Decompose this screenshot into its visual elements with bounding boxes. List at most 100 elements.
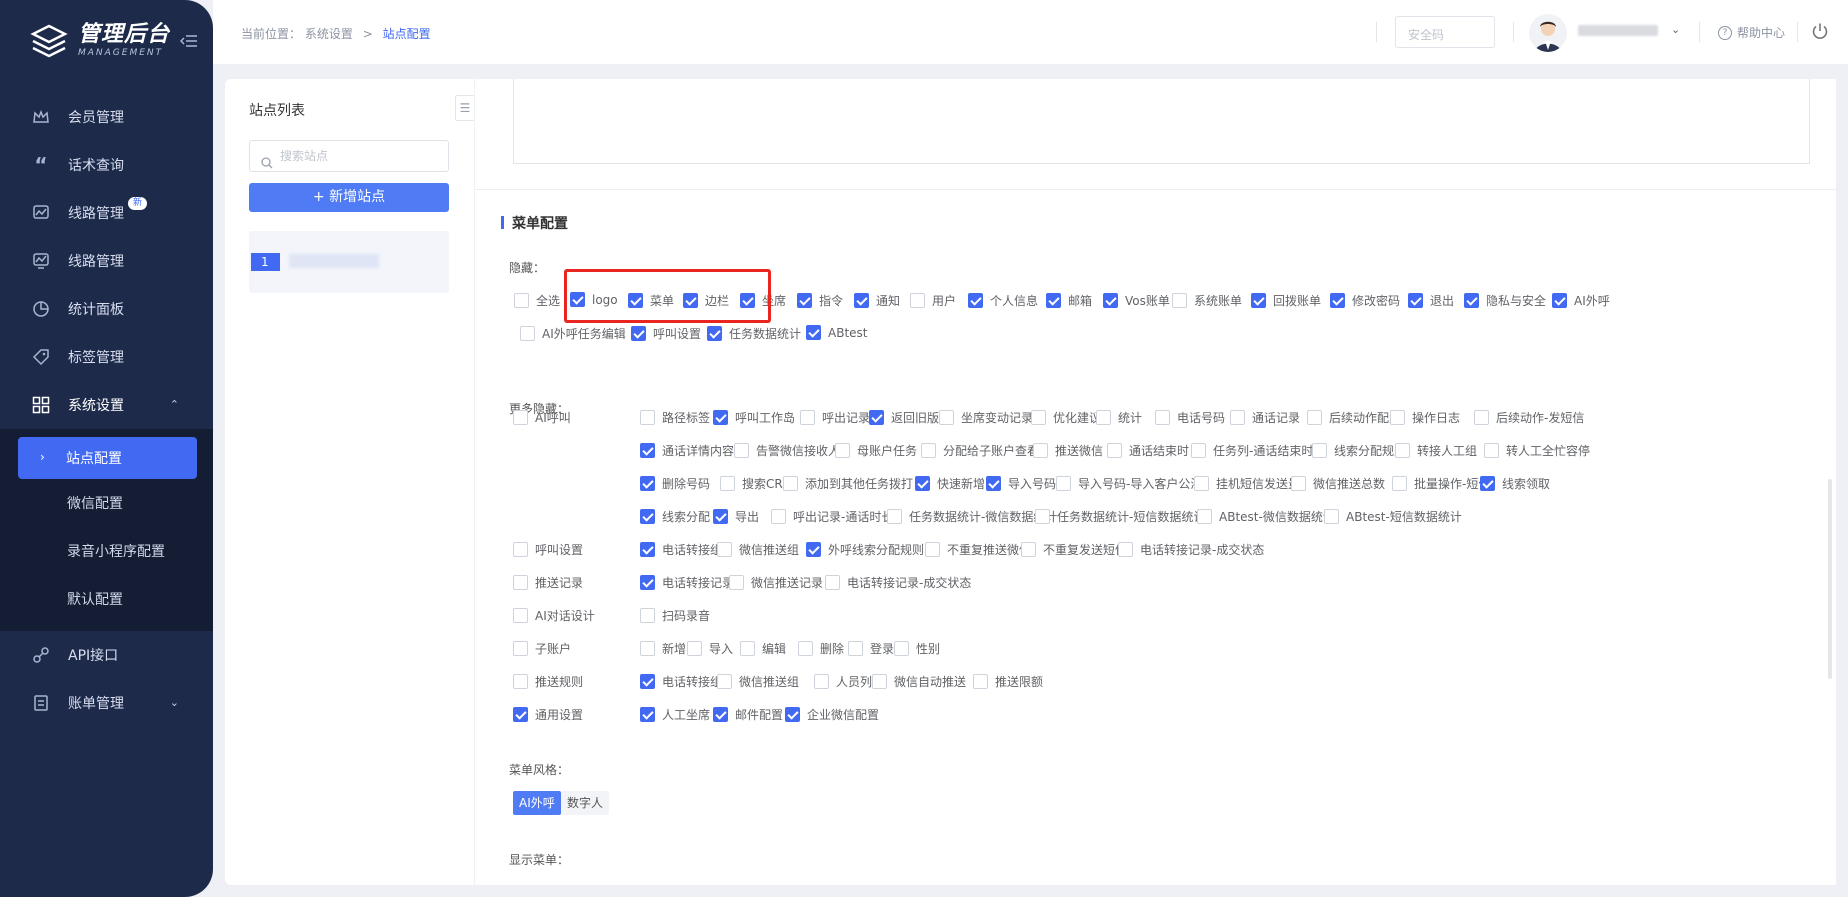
checkbox-option[interactable]: 通知 [854,292,900,309]
checkbox-checked-icon[interactable] [797,293,812,308]
checkbox-option[interactable]: 呼叫工作岛 [713,409,795,426]
checkbox-unchecked-icon[interactable] [925,542,940,557]
checkbox-option[interactable]: 转接人工组 [1395,442,1477,459]
checkbox-unchecked-icon[interactable] [783,476,798,491]
checkbox-option[interactable]: 转人工全忙容停 [1484,442,1590,459]
checkbox-unchecked-icon[interactable] [740,641,755,656]
checkbox-option[interactable]: 邮件配置 [713,706,783,723]
checkbox-unchecked-icon[interactable] [1033,443,1048,458]
checkbox-checked-icon[interactable] [713,707,728,722]
list-toggle-icon[interactable]: ☰ [455,95,475,121]
checkbox-option[interactable]: AI外呼任务编辑 [520,325,626,342]
checkbox-checked-icon[interactable] [640,476,655,491]
checkbox-checked-icon[interactable] [854,293,869,308]
user-name-redacted[interactable] [1578,25,1658,36]
checkbox-checked-icon[interactable] [707,326,722,341]
nav-item-api[interactable]: API接口 [0,631,213,679]
checkbox-option[interactable]: 系统账单 [1172,292,1242,309]
checkbox-unchecked-icon[interactable] [513,641,528,656]
checkbox-option[interactable]: 线索分配规则 [1312,442,1406,459]
checkbox-checked-icon[interactable] [640,443,655,458]
checkbox-option[interactable]: 批量操作-短信 [1392,475,1490,492]
checkbox-option[interactable]: 通话结束时 [1107,442,1189,459]
checkbox-option[interactable]: 推送微信 [1033,442,1103,459]
checkbox-option[interactable]: 电话转接组 [640,673,722,690]
checkbox-option[interactable]: 呼叫设置 [631,325,701,342]
checkbox-checked-icon[interactable] [1330,293,1345,308]
checkbox-option[interactable]: 指令 [797,292,843,309]
checkbox-unchecked-icon[interactable] [1056,476,1071,491]
checkbox-checked-icon[interactable] [1480,476,1495,491]
breadcrumb-parent[interactable]: 系统设置 [305,27,353,41]
checkbox-option[interactable]: AI对话设计 [513,607,595,624]
checkbox-checked-icon[interactable] [1552,293,1567,308]
checkbox-unchecked-icon[interactable] [939,410,954,425]
checkbox-option[interactable]: 修改密码 [1330,292,1400,309]
checkbox-option[interactable]: 后续动作配置 [1307,409,1401,426]
help-center-link[interactable]: ? 帮助中心 [1718,24,1785,41]
checkbox-unchecked-icon[interactable] [1484,443,1499,458]
checkbox-unchecked-icon[interactable] [1390,410,1405,425]
nav-item-routes[interactable]: 线路管理 [0,237,213,285]
sub-item-default-config[interactable]: 默认配置 [0,575,213,623]
checkbox-option[interactable]: 电话号码 [1155,409,1225,426]
checkbox-checked-icon[interactable] [713,509,728,524]
top-text-area[interactable] [513,79,1810,164]
checkbox-option[interactable]: 全选 [514,292,560,309]
checkbox-unchecked-icon[interactable] [1031,410,1046,425]
checkbox-unchecked-icon[interactable] [1155,410,1170,425]
station-search-input[interactable]: 搜索站点 [249,140,449,172]
checkbox-option[interactable]: AI呼叫 [513,409,571,426]
checkbox-checked-icon[interactable] [1046,293,1061,308]
checkbox-checked-icon[interactable] [631,326,646,341]
checkbox-unchecked-icon[interactable] [640,641,655,656]
checkbox-checked-icon[interactable] [640,509,655,524]
checkbox-unchecked-icon[interactable] [717,674,732,689]
checkbox-unchecked-icon[interactable] [520,326,535,341]
checkbox-checked-icon[interactable] [1464,293,1479,308]
checkbox-option[interactable]: 统计 [1096,409,1142,426]
checkbox-option[interactable]: 扫码录音 [640,607,710,624]
checkbox-option[interactable]: 导入号码 [986,475,1056,492]
checkbox-unchecked-icon[interactable] [887,509,902,524]
checkbox-unchecked-icon[interactable] [1474,410,1489,425]
checkbox-checked-icon[interactable] [1103,293,1118,308]
checkbox-option[interactable]: 任务列-通话结束时 [1191,442,1313,459]
checkbox-option[interactable]: ABtest [806,325,868,340]
add-station-button[interactable]: + 新增站点 [249,183,449,212]
app-logo[interactable]: 管理后台 MANAGEMENT [30,22,170,60]
checkbox-checked-icon[interactable] [806,542,821,557]
checkbox-option[interactable]: Vos账单 [1103,292,1170,309]
checkbox-option[interactable]: 通用设置 [513,706,583,723]
checkbox-checked-icon[interactable] [806,325,821,340]
collapse-menu-icon[interactable] [179,34,198,48]
checkbox-option[interactable]: 电话转接记录 [640,574,734,591]
checkbox-option[interactable]: 告警微信接收人 [734,442,840,459]
checkbox-unchecked-icon[interactable] [1324,509,1339,524]
avatar[interactable] [1529,14,1567,52]
checkbox-option[interactable]: 人工坐席 [640,706,710,723]
nav-item-billing[interactable]: 账单管理 ⌄ [0,679,213,727]
checkbox-unchecked-icon[interactable] [1191,443,1206,458]
checkbox-unchecked-icon[interactable] [720,476,735,491]
checkbox-option[interactable]: 任务数据统计-短信数据统计 [1035,508,1205,525]
checkbox-unchecked-icon[interactable] [640,410,655,425]
checkbox-unchecked-icon[interactable] [1096,410,1111,425]
checkbox-checked-icon[interactable] [785,707,800,722]
checkbox-unchecked-icon[interactable] [513,410,528,425]
checkbox-checked-icon[interactable] [640,542,655,557]
checkbox-unchecked-icon[interactable] [1107,443,1122,458]
checkbox-option[interactable]: ABtest-短信数据统计 [1324,508,1462,525]
checkbox-unchecked-icon[interactable] [729,575,744,590]
checkbox-option[interactable]: 通话记录 [1230,409,1300,426]
checkbox-option[interactable]: 导入 [687,640,733,657]
checkbox-option[interactable]: 邮箱 [1046,292,1092,309]
nav-item-stats[interactable]: 统计面板 [0,285,213,333]
checkbox-checked-icon[interactable] [513,707,528,722]
checkbox-unchecked-icon[interactable] [1021,542,1036,557]
checkbox-option[interactable]: 任务数据统计 [707,325,801,342]
checkbox-option[interactable]: 企业微信配置 [785,706,879,723]
checkbox-unchecked-icon[interactable] [1035,509,1050,524]
checkbox-option[interactable]: 用户 [910,292,956,309]
checkbox-unchecked-icon[interactable] [1230,410,1245,425]
